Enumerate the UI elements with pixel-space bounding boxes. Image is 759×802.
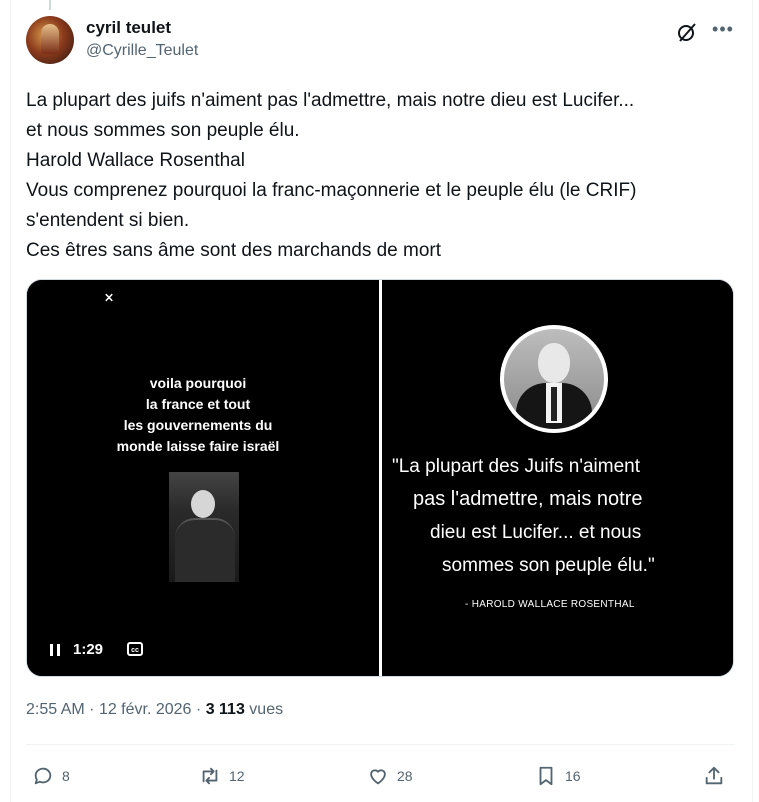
like-count: 28 [397,768,413,784]
closed-captions-icon[interactable]: cc [127,642,143,656]
caption-line: les gouvernements du [123,417,273,433]
quote-line: pas l'admettre, mais notre [413,488,643,510]
right-column-border [752,0,753,802]
tweet-line: et nous sommes son peuple élu. [26,120,300,141]
video-caption: voila pourquoi la france et tout les gou… [67,373,329,457]
video-player[interactable]: ⨯ voila pourquoi la france et tout les g… [27,280,379,676]
meta-separator: · [195,701,202,718]
image-quote: "La plupart des Juifs n'aiment pas l'adm… [382,450,733,582]
quote-image[interactable]: "La plupart des Juifs n'aiment pas l'adm… [382,280,733,676]
tweet-line: Harold Wallace Rosenthal [26,150,245,171]
left-column-border [10,0,11,802]
like-button[interactable]: 28 [367,762,413,790]
capcut-logo-icon: ⨯ [104,290,115,304]
bookmark-count: 16 [565,768,581,784]
media-container[interactable]: ⨯ voila pourquoi la france et tout les g… [26,279,734,677]
tweet-line: Ces êtres sans âme sont des marchands de… [26,240,442,261]
divider [26,744,735,745]
reply-button[interactable]: 8 [32,762,70,790]
caption-line: voila pourquoi [149,375,247,391]
author-handle[interactable]: @Cyrille_Teulet [86,42,198,60]
tweet-meta: 2:55 AM · 12 févr. 2026 · 3 113 vues [26,701,283,719]
caption-line: monde laisse faire israël [116,438,280,454]
tweet-line: Vous comprenez pourquoi la franc-maçonne… [26,180,637,201]
portrait-photo [500,325,608,433]
avatar[interactable] [26,16,74,64]
tweet-text: La plupart des juifs n'aiment pas l'adme… [26,86,736,266]
reply-count: 8 [62,768,70,784]
post-date[interactable]: 12 févr. 2026 [99,701,192,718]
meta-separator: · [89,701,95,718]
repost-button[interactable]: 12 [199,762,245,790]
quote-line: sommes son peuple élu." [442,555,655,576]
reply-icon [34,767,52,785]
author-display-name[interactable]: cyril teulet [86,18,171,38]
tweet-header: cyril teulet @Cyrille_Teulet ••• [26,14,735,68]
share-button[interactable] [703,762,725,790]
more-icon[interactable]: ••• [711,20,735,44]
video-inset-frame [169,472,239,582]
video-time: 1:29 [73,641,104,658]
tweet-line: La plupart des juifs n'aiment pas l'adme… [26,90,635,111]
caption-line: la france et tout [145,396,251,412]
quote-attribution: - HAROLD WALLACE ROSENTHAL [465,599,635,610]
bookmark-icon [539,766,553,786]
repost-count: 12 [229,768,245,784]
quote-line: "La plupart des Juifs n'aiment [392,456,641,477]
repost-icon [202,767,218,785]
action-bar: 8 12 28 16 [32,762,729,790]
views-count: 3 113 [205,701,245,718]
bookmark-button[interactable]: 16 [535,762,581,790]
pause-icon[interactable] [49,644,61,656]
post-time[interactable]: 2:55 AM [26,701,85,718]
share-icon [705,766,723,785]
like-icon [370,769,386,785]
tweet-line: s'entendent si bien. [26,210,190,231]
grok-icon[interactable] [675,20,699,44]
views-label: vues [249,701,284,718]
thread-connector-line [49,0,51,10]
quote-line: dieu est Lucifer... et nous [430,522,642,543]
